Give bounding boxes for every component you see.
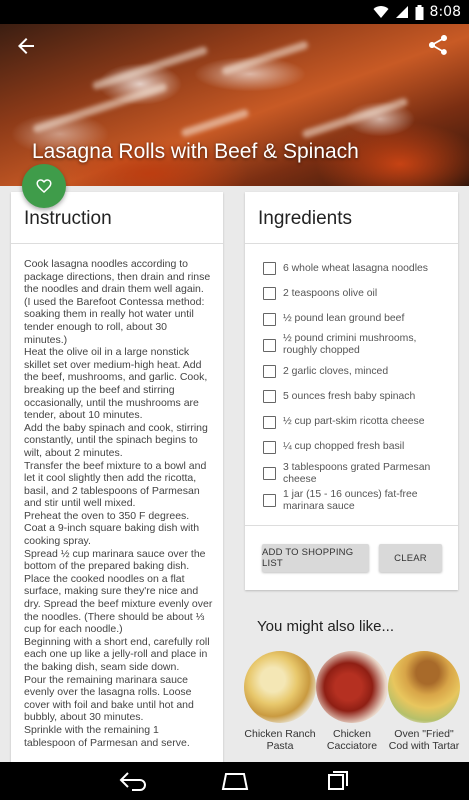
instruction-card: Instruction Cook lasagna noodles accordi… [11, 192, 223, 772]
ingredient-label: ¼ cup chopped fresh basil [283, 441, 405, 453]
status-bar: 8:08 [0, 0, 469, 24]
share-icon[interactable] [426, 33, 450, 57]
ingredient-checkbox[interactable] [263, 467, 276, 481]
suggestion-label-line2: Cod with Tartar [388, 740, 460, 752]
wifi-icon [373, 6, 389, 19]
ingredient-label: ½ cup part-skim ricotta cheese [283, 416, 425, 428]
ingredient-checkbox[interactable] [263, 494, 276, 508]
instruction-step: Preheat the oven to 350 F degrees. [24, 509, 190, 522]
ingredient-label: 6 whole wheat lasagna noodles [283, 262, 428, 274]
suggestion-label-line1: Oven "Fried" [394, 728, 454, 740]
instruction-step: Cook lasagna noodles according to packag… [24, 258, 211, 346]
suggestions-title: You might also like... [257, 618, 395, 635]
ingredient-item[interactable]: ¼ cup chopped fresh basil [263, 435, 450, 460]
suggestion-thumbnail[interactable] [244, 651, 316, 723]
clock: 8:08 [429, 4, 461, 20]
ingredient-label: ½ pound lean ground beef [283, 313, 405, 325]
favorite-button[interactable] [22, 164, 66, 208]
instruction-step: Spread ½ cup marinara sauce over the bot… [24, 547, 206, 573]
suggestion-label-line2: Cacciatore [326, 740, 378, 752]
recipe-title: Lasagna Rolls with Beef & Spinach [32, 140, 359, 163]
ingredient-item[interactable]: 3 tablespoons grated Parmesan cheese [263, 460, 450, 487]
system-nav-bar [0, 762, 469, 800]
instruction-step: Pour the remaining marinara sauce evenly… [24, 673, 194, 724]
ingredient-item[interactable]: ½ pound lean ground beef [263, 307, 450, 332]
back-arrow-icon[interactable] [14, 34, 38, 58]
battery-icon [415, 4, 424, 20]
ingredient-item[interactable]: 6 whole wheat lasagna noodles [263, 256, 450, 281]
ingredient-item[interactable]: ½ pound crimini mushrooms, roughly chopp… [263, 332, 450, 359]
suggestion-thumbnail[interactable] [388, 651, 460, 723]
ingredient-item[interactable]: ½ cup part-skim ricotta cheese [263, 409, 450, 434]
ingredient-checkbox[interactable] [263, 415, 276, 429]
ingredient-label: 5 ounces fresh baby spinach [283, 390, 416, 402]
ingredient-checkbox[interactable] [263, 312, 276, 326]
ingredients-card: Ingredients 6 whole wheat lasagna noodle… [245, 192, 458, 590]
ingredient-checkbox[interactable] [263, 338, 276, 352]
nav-recents-icon[interactable] [325, 770, 351, 792]
ingredient-checkbox[interactable] [263, 262, 276, 276]
ingredient-label: 2 garlic cloves, minced [283, 365, 389, 377]
cell-signal-icon [395, 6, 408, 18]
instruction-step: Transfer the beef mixture to a bowl and … [24, 459, 207, 510]
clear-button[interactable]: CLEAR [379, 544, 442, 572]
suggestion-label-line2: Pasta [266, 740, 294, 752]
ingredient-checkbox[interactable] [263, 440, 276, 454]
ingredient-label: 3 tablespoons grated Parmesan cheese [283, 461, 431, 485]
ingredient-list: 6 whole wheat lasagna noodles 2 teaspoon… [245, 244, 458, 514]
instruction-text: Cook lasagna noodles according to packag… [11, 244, 223, 749]
suggestion-item[interactable]: Chicken Ranch Pasta [244, 651, 316, 752]
instruction-step: Sprinkle with the remaining 1 tablespoon… [24, 723, 190, 749]
ingredient-item[interactable]: 2 teaspoons olive oil [263, 281, 450, 306]
ingredient-label: 2 teaspoons olive oil [283, 287, 378, 299]
ingredient-checkbox[interactable] [263, 365, 276, 379]
add-to-shopping-list-button[interactable]: ADD TO SHOPPING LIST [262, 544, 369, 572]
ingredients-header: Ingredients [245, 192, 458, 244]
suggestion-label-line1: Chicken Ranch [244, 728, 316, 740]
instruction-step: Beginning with a short end, carefully ro… [24, 635, 210, 673]
instruction-step: Coat a 9-inch square baking dish with co… [24, 522, 200, 548]
instruction-step: Place the cooked noodles on a flat surfa… [24, 572, 213, 636]
instruction-step: Heat the olive oil in a large nonstick s… [24, 346, 208, 422]
nav-back-icon[interactable] [118, 770, 148, 792]
ingredient-checkbox[interactable] [263, 287, 276, 301]
suggestion-item[interactable]: Chicken Cacciatore [316, 651, 388, 752]
ingredient-checkbox[interactable] [263, 390, 276, 404]
ingredient-label: 1 jar (15 - 16 ounces) fat-free marinara… [283, 488, 418, 512]
nav-home-icon[interactable] [220, 770, 250, 792]
suggestion-item[interactable]: Oven "Fried" Cod with Tartar [388, 651, 460, 752]
ingredients-divider [245, 525, 458, 526]
ingredient-label: ½ pound crimini mushrooms, roughly chopp… [283, 333, 417, 357]
suggestion-label-line1: Chicken [333, 728, 371, 740]
ingredient-item[interactable]: 5 ounces fresh baby spinach [263, 384, 450, 409]
ingredient-item[interactable]: 2 garlic cloves, minced [263, 359, 450, 384]
ingredient-item[interactable]: 1 jar (15 - 16 ounces) fat-free marinara… [263, 487, 450, 514]
suggestion-thumbnail[interactable] [316, 651, 388, 723]
heart-outline-icon [36, 179, 52, 194]
instruction-step: Add the baby spinach and cook, stirring … [24, 421, 208, 459]
